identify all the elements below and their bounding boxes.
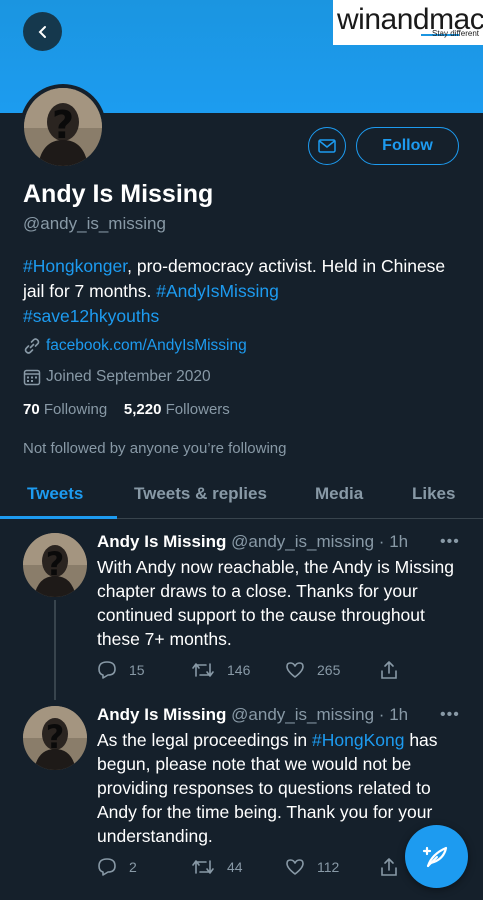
heart-icon: [286, 662, 304, 678]
hashtag-save12hkyouths[interactable]: #save12hkyouths: [23, 306, 159, 326]
like-count: 112: [317, 859, 340, 875]
tweet-header: Andy Is Missing @andy_is_missing · 1h: [97, 705, 408, 725]
share-icon: [381, 661, 397, 679]
tweet-header: Andy Is Missing @andy_is_missing · 1h: [97, 532, 408, 552]
active-tab-indicator: [0, 516, 117, 519]
reply-icon: [98, 661, 116, 679]
tab-tweets-replies[interactable]: Tweets & replies: [134, 484, 267, 504]
hashtag-andyismissing[interactable]: #AndyIsMissing: [156, 281, 279, 301]
reply-button[interactable]: 15: [97, 660, 145, 680]
follow-counts: 70 Following 5,220 Followers: [23, 401, 230, 418]
compose-feather-icon: [422, 846, 447, 867]
tweet-avatar[interactable]: ?: [23, 706, 87, 770]
profile-handle: @andy_is_missing: [23, 214, 166, 233]
tweet-text: As the legal proceedings in #HongKong ha…: [97, 730, 438, 846]
tweet-avatar[interactable]: ?: [23, 533, 87, 597]
like-count: 265: [317, 662, 341, 678]
like-button[interactable]: 112: [285, 857, 339, 877]
tweet-author-name[interactable]: Andy Is Missing: [97, 705, 226, 724]
profile-link[interactable]: facebook.com/AndyIsMissing: [46, 337, 247, 355]
profile-bio: #Hongkonger, pro-democracy activist. Hel…: [23, 254, 463, 329]
tweet-author-handle[interactable]: @andy_is_missing · 1h: [231, 532, 408, 551]
tweet-more-button[interactable]: •••: [440, 706, 460, 724]
retweet-button[interactable]: 146: [191, 660, 250, 680]
retweet-icon: [192, 860, 214, 874]
tweet-text: With Andy now reachable, the Andy is Mis…: [97, 557, 454, 649]
tweet-actions: 2 44 112: [97, 857, 407, 879]
svg-text:?: ?: [46, 718, 65, 756]
tweet-author-handle[interactable]: @andy_is_missing · 1h: [231, 705, 408, 724]
avatar-image: ?: [24, 88, 102, 166]
follow-button[interactable]: Follow: [356, 127, 459, 165]
heart-icon: [286, 859, 304, 875]
reply-count: 15: [129, 662, 145, 678]
following-link[interactable]: 70 Following: [23, 401, 107, 418]
reply-count: 2: [129, 859, 137, 875]
hashtag-hongkong[interactable]: #HongKong: [312, 730, 404, 750]
tab-likes[interactable]: Likes: [412, 484, 455, 504]
watermark-logo: winandmac Stay different: [333, 0, 483, 45]
share-button[interactable]: [379, 660, 411, 680]
svg-text:?: ?: [46, 545, 65, 583]
link-icon: [23, 337, 41, 355]
reply-button[interactable]: 2: [97, 857, 137, 877]
profile-tabs: Tweets Tweets & replies Media Likes: [0, 470, 483, 519]
followers-link[interactable]: 5,220 Followers: [124, 401, 230, 418]
retweet-count: 146: [227, 662, 251, 678]
tweet-author-name[interactable]: Andy Is Missing: [97, 532, 226, 551]
watermark-tagline: Stay different: [432, 29, 479, 38]
message-button[interactable]: [308, 127, 346, 165]
share-icon: [381, 858, 397, 876]
retweet-icon: [192, 663, 214, 677]
tweet-actions: 15 146 265: [97, 660, 407, 682]
profile-link-row: facebook.com/AndyIsMissing: [23, 337, 247, 355]
like-button[interactable]: 265: [285, 660, 340, 680]
retweet-count: 44: [227, 859, 243, 875]
profile-avatar[interactable]: ?: [20, 84, 106, 170]
joined-row: Joined September 2020: [23, 368, 211, 386]
chevron-left-icon: [38, 25, 46, 38]
back-button[interactable]: [23, 12, 62, 51]
tab-media[interactable]: Media: [315, 484, 363, 504]
tweet-more-button[interactable]: •••: [440, 533, 460, 551]
profile-name: Andy Is Missing: [23, 180, 214, 208]
envelope-icon: [318, 139, 336, 153]
retweet-button[interactable]: 44: [191, 857, 243, 877]
joined-date: Joined September 2020: [46, 368, 211, 385]
compose-tweet-button[interactable]: [405, 825, 468, 888]
tab-tweets[interactable]: Tweets: [27, 484, 83, 504]
reply-icon: [98, 858, 116, 876]
not-followed-note: Not followed by anyone you’re following: [23, 440, 287, 457]
hashtag-hongkonger[interactable]: #Hongkonger: [23, 256, 127, 276]
svg-text:?: ?: [52, 103, 74, 147]
calendar-icon: [23, 368, 41, 386]
thread-connector: [54, 600, 56, 700]
